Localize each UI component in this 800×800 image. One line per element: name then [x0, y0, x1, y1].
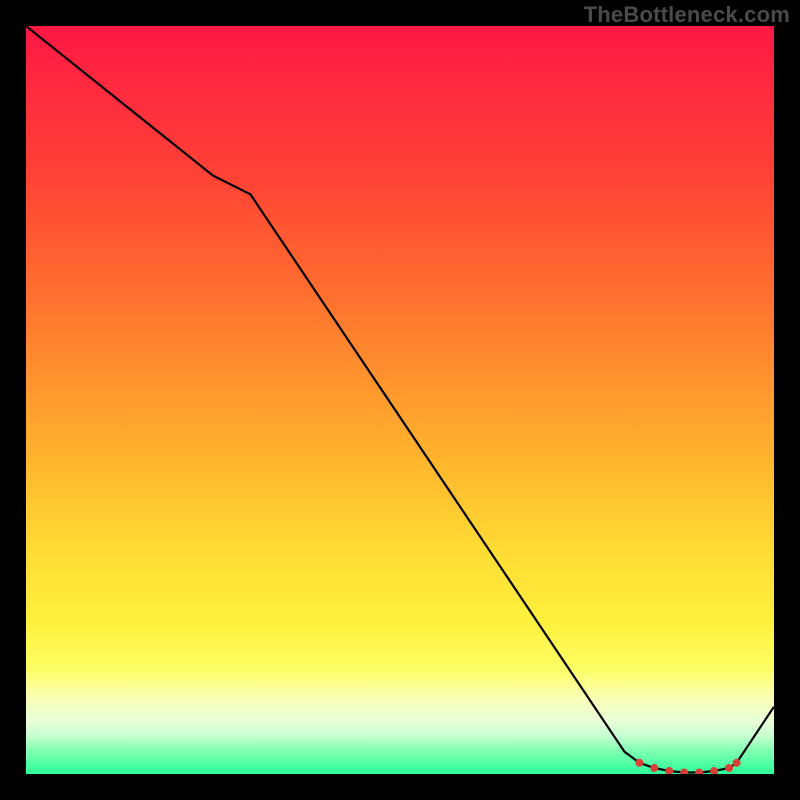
chart-layer: [26, 26, 774, 774]
data-marker: [725, 764, 733, 772]
watermark-label: TheBottleneck.com: [584, 2, 790, 28]
data-marker: [695, 769, 703, 775]
data-marker: [665, 767, 673, 774]
data-marker: [680, 769, 688, 775]
data-marker: [733, 759, 741, 767]
data-marker: [650, 764, 658, 772]
data-marker: [710, 767, 718, 774]
data-marker: [635, 759, 643, 767]
plot-area: [26, 26, 774, 774]
chart-stage: TheBottleneck.com: [0, 0, 800, 800]
curve-path: [26, 26, 774, 773]
line-chart: [26, 26, 774, 774]
